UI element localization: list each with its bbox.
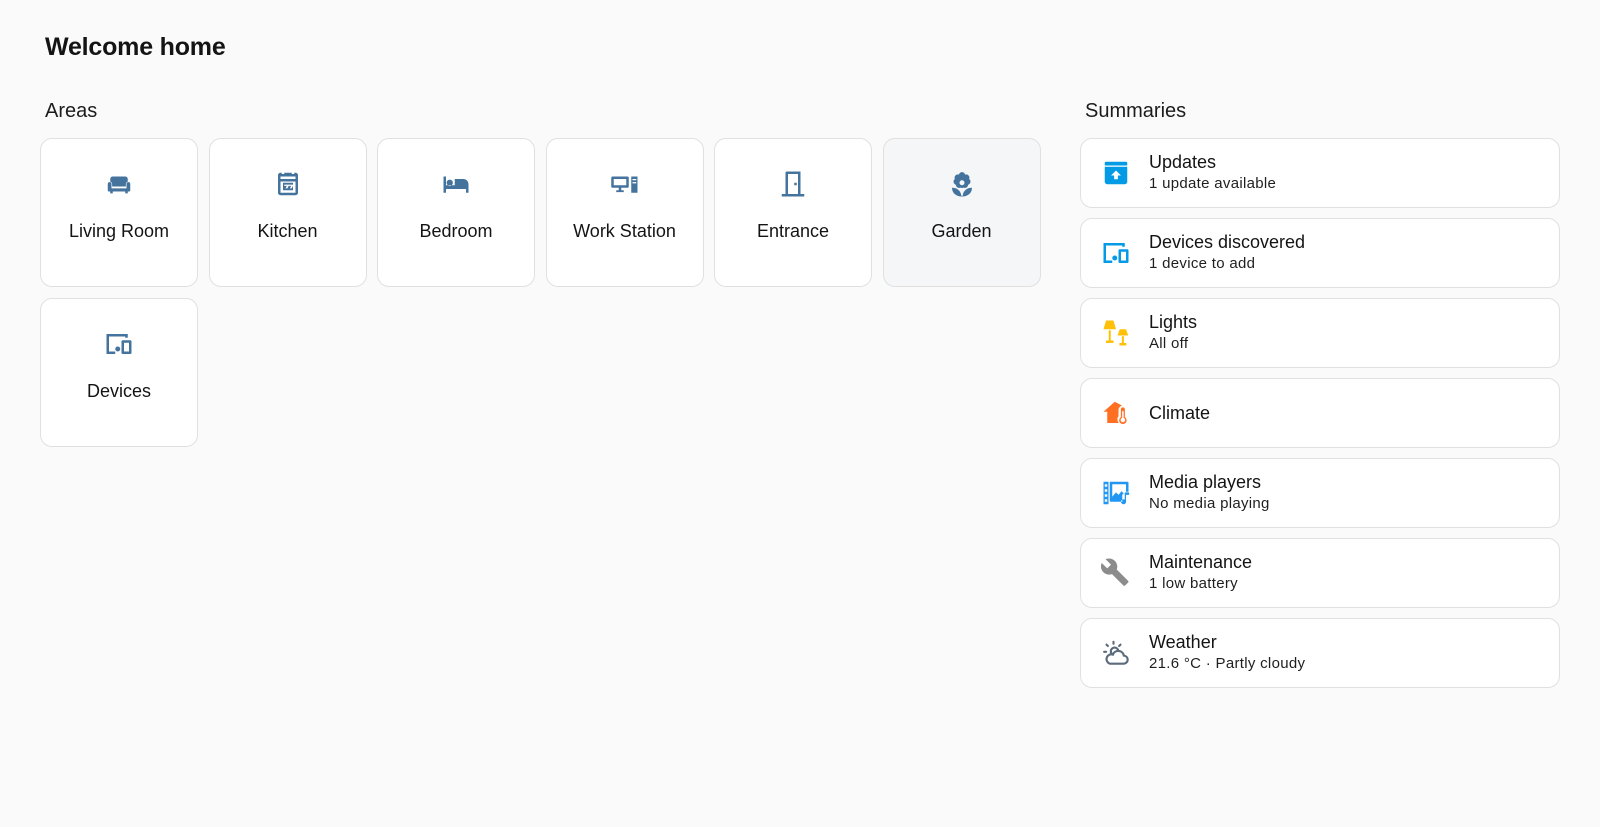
summary-card-media-players[interactable]: Media players No media playing <box>1080 458 1560 528</box>
summary-text: Climate <box>1149 402 1210 424</box>
summary-title: Maintenance <box>1149 552 1253 572</box>
bed-icon <box>441 169 471 199</box>
door-icon <box>778 169 808 199</box>
summary-subtitle: 1 update available <box>1149 175 1277 192</box>
summary-card-updates[interactable]: Updates 1 update available <box>1080 138 1560 208</box>
summary-subtitle: No media playing <box>1149 495 1270 512</box>
area-card-kitchen[interactable]: Kitchen <box>208 138 367 287</box>
summary-subtitle: 1 device to add <box>1149 255 1256 272</box>
area-label: Bedroom <box>419 221 493 241</box>
area-card-garden[interactable]: Garden <box>882 138 1041 287</box>
area-label: Work Station <box>573 221 676 241</box>
summary-subtitle: 21.6 °C · Partly cloudy <box>1149 655 1306 672</box>
area-card-bedroom[interactable]: Bedroom <box>377 138 535 287</box>
stove-icon <box>273 169 303 199</box>
summary-title: Media players <box>1149 472 1262 492</box>
summaries-section-title: Summaries <box>1085 100 1187 122</box>
areas-grid: Living Room Kitchen Bedroom Work Station… <box>40 138 1041 447</box>
summary-text: Devices discovered 1 device to add <box>1149 231 1305 275</box>
multimedia-icon <box>1101 478 1131 508</box>
summary-card-climate[interactable]: Climate <box>1080 378 1560 448</box>
summary-text: Maintenance 1 low battery <box>1149 551 1252 595</box>
area-label: Kitchen <box>257 221 318 241</box>
summary-text: Updates 1 update available <box>1149 151 1276 195</box>
area-label: Devices <box>86 381 152 401</box>
desktop-tower-icon <box>610 169 640 199</box>
summary-card-weather[interactable]: Weather 21.6 °C · Partly cloudy <box>1080 618 1560 688</box>
area-label: Entrance <box>756 221 830 241</box>
summary-text: Lights All off <box>1149 311 1197 355</box>
area-label: Garden <box>931 221 992 241</box>
home-thermometer-icon <box>1101 398 1131 428</box>
area-card-work-station[interactable]: Work Station <box>545 138 704 287</box>
flower-icon <box>947 169 977 199</box>
weather-partly-cloudy-icon <box>1101 638 1131 668</box>
areas-section-title: Areas <box>45 100 98 122</box>
devices-icon <box>1101 238 1131 268</box>
package-up-icon <box>1101 158 1131 188</box>
summary-title: Lights <box>1149 312 1198 332</box>
summaries-list: Updates 1 update available Devices disco… <box>1080 138 1560 688</box>
summary-title: Climate <box>1149 403 1211 423</box>
area-label: Living Room <box>68 221 170 241</box>
summary-text: Weather 21.6 °C · Partly cloudy <box>1149 631 1305 675</box>
page-title: Welcome home <box>45 33 226 61</box>
lamps-icon <box>1101 318 1131 348</box>
devices-icon <box>104 329 134 359</box>
summary-title: Updates <box>1149 152 1217 172</box>
summary-text: Media players No media playing <box>1149 471 1270 515</box>
summary-subtitle: All off <box>1149 335 1189 352</box>
summary-card-lights[interactable]: Lights All off <box>1080 298 1560 368</box>
summary-title: Devices discovered <box>1149 232 1306 252</box>
summary-card-devices-discovered[interactable]: Devices discovered 1 device to add <box>1080 218 1560 288</box>
area-card-devices[interactable]: Devices <box>40 298 198 447</box>
area-card-living-room[interactable]: Living Room <box>40 138 198 287</box>
area-card-entrance[interactable]: Entrance <box>714 138 872 287</box>
summary-subtitle: 1 low battery <box>1149 575 1238 592</box>
wrench-icon <box>1101 558 1131 588</box>
summary-title: Weather <box>1149 632 1217 652</box>
sofa-icon <box>104 169 134 199</box>
summary-card-maintenance[interactable]: Maintenance 1 low battery <box>1080 538 1560 608</box>
